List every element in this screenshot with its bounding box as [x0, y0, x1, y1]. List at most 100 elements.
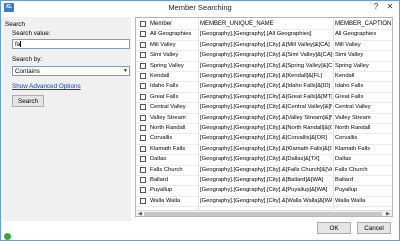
table-row[interactable]: Valley Stream [Geography].[Geography].[Ci…: [136, 114, 392, 123]
table-row[interactable]: Spring Valley [Geography].[Geography].[Ci…: [136, 62, 392, 71]
title-bar[interactable]: XL Member Searching ? ✕: [1, 1, 399, 15]
table-row[interactable]: Falls Church [Geography].[Geography].[Cit…: [136, 166, 392, 175]
search-value-input[interactable]: fa: [12, 39, 130, 49]
table-row[interactable]: Dallas [Geography].[Geography].[City].&[D…: [136, 155, 392, 164]
status-ok-icon: [4, 233, 11, 240]
row-checkbox[interactable]: [140, 177, 146, 183]
row-divider: [136, 206, 392, 208]
cell-member: Spring Valley: [150, 62, 184, 69]
cell-unique-name: [Geography].[Geography].[City].&[Dallas]…: [200, 156, 320, 163]
search-by-select[interactable]: Contains ▼: [12, 66, 130, 76]
cell-member: Great Falls: [150, 93, 179, 100]
cell-unique-name: [Geography].[Geography].[City].&[Klamath…: [200, 145, 332, 152]
horizontal-scrollbar[interactable]: ◀ ▶: [136, 210, 392, 216]
cell-caption: All Geographies: [335, 31, 377, 38]
help-button[interactable]: ?: [371, 2, 381, 12]
search-by-value: Contains: [15, 68, 40, 75]
member-searching-window: XL Member Searching ? ✕ Search Search va…: [0, 0, 400, 241]
row-checkbox[interactable]: [140, 145, 146, 152]
grid-header-row: Member MEMBER_UNIQUE_NAME MEMBER_CAPTION: [136, 20, 392, 29]
cell-caption: Falls Church: [335, 166, 368, 173]
cell-caption: Corvallis: [335, 135, 358, 142]
cell-caption: Kendall: [335, 73, 355, 79]
cell-unique-name: [Geography].[Geography].[City].&[Simi Va…: [200, 52, 332, 59]
cell-caption: Valley Stream: [335, 114, 371, 121]
cell-unique-name: [Geography].[Geography].[City].&[Mill Va…: [200, 41, 330, 48]
table-row[interactable]: North Randall [Geography].[Geography].[Ci…: [136, 124, 392, 133]
row-checkbox[interactable]: [140, 93, 146, 100]
table-row[interactable]: Ballard [Geography].[Geography].[City].&[…: [136, 176, 392, 185]
cell-unique-name: [Geography].[Geography].[City].&[Corvall…: [200, 135, 327, 142]
row-checkbox[interactable]: [140, 52, 146, 59]
cell-caption: Walla Walla: [335, 197, 366, 204]
column-header-unique-name[interactable]: MEMBER_UNIQUE_NAME: [200, 20, 332, 29]
table-row[interactable]: Great Falls [Geography].[Geography].[City…: [136, 93, 392, 102]
cell-unique-name: [Geography].[Geography].[City].&[Kendall…: [200, 73, 323, 79]
row-checkbox[interactable]: [140, 166, 146, 173]
cell-unique-name: [Geography].[Geography].[City].&[Spring …: [200, 62, 332, 69]
row-checkbox[interactable]: [140, 73, 146, 79]
column-header-member[interactable]: Member: [150, 20, 205, 29]
table-row[interactable]: Walla Walla [Geography].[Geography].[City…: [136, 197, 392, 206]
table-row[interactable]: Klamath Falls [Geography].[Geography].[Ci…: [136, 145, 392, 154]
cell-caption: Ballard: [335, 177, 354, 183]
window-title: Member Searching: [168, 3, 232, 12]
close-button[interactable]: ✕: [384, 2, 396, 12]
cell-caption: Spring Valley: [335, 62, 369, 69]
cell-caption: Mill Valley: [335, 41, 361, 48]
table-row[interactable]: Central Valley [Geography].[Geography].[C…: [136, 103, 392, 112]
cancel-button[interactable]: Cancel: [357, 222, 391, 234]
chevron-down-icon: ▼: [123, 68, 128, 74]
cell-member: Puyallup: [150, 187, 173, 194]
search-panel: Search Search value: fa Search by: Conta…: [3, 17, 131, 221]
cell-unique-name: [Geography].[Geography].[City].&[Valley …: [200, 114, 332, 121]
table-row[interactable]: All Geographies [Geography].[Geography].[…: [136, 30, 392, 39]
results-grid: Member MEMBER_UNIQUE_NAME MEMBER_CAPTION Al…: [135, 17, 393, 217]
cell-member: Central Valley: [150, 104, 186, 111]
row-checkbox[interactable]: [140, 31, 146, 38]
cell-caption: Great Falls: [335, 93, 364, 100]
cell-member: Valley Stream: [150, 114, 186, 121]
select-all-checkbox[interactable]: [140, 21, 146, 27]
row-checkbox[interactable]: [140, 125, 146, 131]
row-checkbox[interactable]: [140, 83, 146, 90]
row-checkbox[interactable]: [140, 41, 146, 48]
show-advanced-options-link[interactable]: Show Advanced Options: [12, 83, 81, 90]
cell-unique-name: [Geography].[Geography].[City].&[Central…: [200, 104, 332, 111]
cell-unique-name: [Geography].[Geography].[City].&[Puyallu…: [200, 187, 328, 194]
cell-unique-name: [Geography].[Geography].[City].&[Idaho F…: [200, 83, 331, 90]
row-checkbox[interactable]: [140, 197, 146, 204]
column-header-caption[interactable]: MEMBER_CAPTION: [335, 20, 392, 29]
search-button[interactable]: Search: [12, 95, 44, 107]
cell-caption: North Randall: [335, 125, 371, 131]
cell-member: Ballard: [150, 177, 169, 183]
row-checkbox[interactable]: [140, 62, 146, 69]
row-checkbox[interactable]: [140, 135, 146, 142]
cell-member: Falls Church: [150, 166, 183, 173]
cell-caption: Klamath Falls: [335, 145, 371, 152]
cell-caption: Dallas: [335, 156, 352, 163]
row-checkbox[interactable]: [140, 104, 146, 111]
row-checkbox[interactable]: [140, 156, 146, 163]
table-row[interactable]: Idaho Falls [Geography].[Geography].[City…: [136, 82, 392, 91]
cell-unique-name: [Geography].[Geography].[City].&[North R…: [200, 125, 332, 131]
cell-member: Mill Valley: [150, 41, 176, 48]
table-row[interactable]: Kendall [Geography].[Geography].[City].&[…: [136, 72, 392, 81]
table-row[interactable]: Corvallis [Geography].[Geography].[City].…: [136, 134, 392, 143]
scrollbar-thumb[interactable]: [144, 212, 382, 216]
table-row[interactable]: Mill Valley [Geography].[Geography].[City…: [136, 41, 392, 50]
search-section-label: Search: [5, 21, 25, 28]
row-checkbox[interactable]: [140, 187, 146, 194]
ok-button[interactable]: OK: [317, 222, 351, 234]
row-checkbox[interactable]: [140, 114, 146, 121]
scroll-left-icon[interactable]: ◀: [138, 211, 142, 216]
table-row[interactable]: Simi Valley [Geography].[Geography].[City…: [136, 51, 392, 60]
table-row[interactable]: Puyallup [Geography].[Geography].[City].&…: [136, 186, 392, 195]
cell-member: Dallas: [150, 156, 167, 163]
cell-member: North Randall: [150, 125, 186, 131]
search-value-label: Search value:: [12, 30, 51, 37]
scroll-right-icon[interactable]: ▶: [386, 211, 390, 216]
cell-caption: Puyallup: [335, 187, 358, 194]
cell-member: Corvallis: [150, 135, 173, 142]
cell-member: Walla Walla: [150, 197, 181, 204]
